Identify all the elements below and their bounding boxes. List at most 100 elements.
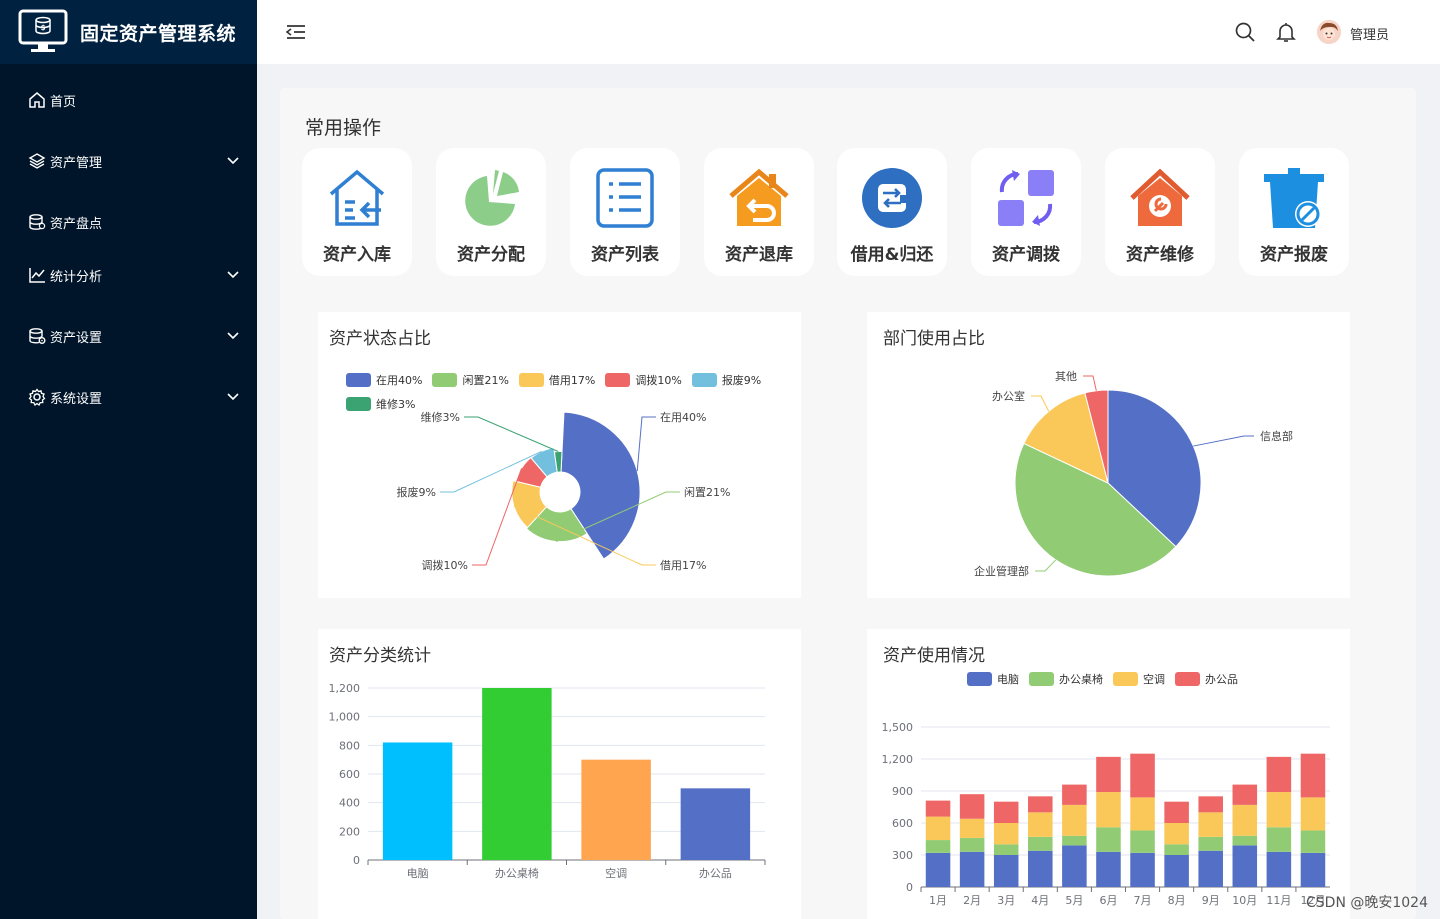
sidebar: $ 固定资产管理系统 首页资产管理资产盘点统计分析资产设置系统设置 bbox=[0, 0, 257, 919]
stacked-bar-segment bbox=[1130, 797, 1155, 831]
stacked-bar-segment bbox=[1198, 836, 1223, 851]
op-card-label: 资产维修 bbox=[1126, 245, 1194, 265]
transfer-icon bbox=[998, 170, 1054, 226]
chevron-down-icon bbox=[227, 271, 239, 279]
label-line bbox=[1083, 375, 1097, 391]
house-repair-icon bbox=[1130, 168, 1190, 226]
gear-icon bbox=[28, 388, 46, 406]
sidebar-item-label: 资产管理 bbox=[50, 155, 103, 171]
op-card[interactable]: 资产入库 bbox=[302, 148, 412, 276]
monitor-logo-icon: $ bbox=[18, 9, 68, 52]
stacked-bar-segment bbox=[1198, 796, 1223, 813]
list-icon bbox=[596, 168, 654, 228]
bar bbox=[581, 759, 651, 860]
sidebar-item[interactable]: 统计分析 bbox=[0, 255, 257, 295]
stacked-bar-segment bbox=[1198, 812, 1223, 837]
op-card[interactable]: 借用&归还 bbox=[837, 148, 947, 276]
stacked-bar-segment bbox=[1164, 823, 1189, 845]
op-card[interactable]: 资产分配 bbox=[436, 148, 546, 276]
stacked-bar-segment bbox=[959, 837, 985, 852]
y-tick-label: 900 bbox=[892, 785, 913, 798]
asset-status-chart: 资产状态占比 在用40% 闲置21% 借用17% 调拨10% 报废9% 维修3% 在用40… bbox=[318, 312, 801, 598]
stacked-bar-segment bbox=[993, 855, 1019, 887]
stacked-bar-segment bbox=[1028, 812, 1053, 837]
bar bbox=[382, 742, 453, 860]
x-tick-label: 10月 bbox=[1232, 894, 1257, 907]
x-tick-label: 11月 bbox=[1266, 894, 1291, 907]
bell-icon[interactable] bbox=[1275, 21, 1297, 43]
svg-text:$: $ bbox=[41, 24, 46, 32]
stacked-bar-segment bbox=[1130, 830, 1155, 853]
asset-category-chart: 资产分类统计 0 200 400 600 800 1,000 1,200 电脑 办公桌椅 空调 办公… bbox=[318, 629, 801, 919]
y-tick-label: 1,500 bbox=[882, 721, 914, 734]
y-tick-label: 800 bbox=[339, 739, 360, 752]
bar-chart-svg: 0 200 400 600 800 1,000 1,200 电脑 办公桌椅 空调 办公品 bbox=[329, 682, 766, 880]
label-line bbox=[636, 416, 656, 472]
app-title: 固定资产管理系统 bbox=[80, 22, 237, 45]
op-card-label: 资产退库 bbox=[725, 245, 793, 265]
y-tick-label: 200 bbox=[339, 825, 360, 838]
slice-label: 信息部 bbox=[1260, 429, 1293, 443]
home-icon bbox=[29, 92, 45, 108]
x-tick-label: 6月 bbox=[1099, 894, 1117, 907]
trash-icon bbox=[1264, 168, 1324, 228]
stacked-bar-segment bbox=[959, 851, 985, 887]
stacked-bar-segment bbox=[1028, 850, 1053, 887]
stacked-bar-segment bbox=[1062, 804, 1087, 836]
stacked-bar-segment bbox=[1164, 801, 1189, 823]
rose-pie-svg: 在用40% 闲置21% 借用17% 调拨10% 报废9% 维修3% bbox=[397, 410, 731, 572]
sidebar-item[interactable]: 资产设置 bbox=[0, 316, 257, 356]
stacked-bar-segment bbox=[1062, 845, 1087, 887]
op-card[interactable]: 资产报废 bbox=[1239, 148, 1349, 276]
op-card[interactable]: 资产列表 bbox=[570, 148, 680, 276]
y-tick-label: 600 bbox=[339, 768, 360, 781]
stacked-bar-segment bbox=[1266, 792, 1292, 828]
slice-label: 闲置21% bbox=[684, 485, 730, 499]
op-card-label: 借用&归还 bbox=[850, 245, 934, 265]
stacked-bar-segment bbox=[1130, 753, 1155, 798]
y-tick-label: 0 bbox=[353, 854, 360, 867]
stacked-bar-segment bbox=[1164, 855, 1189, 887]
slice-label: 维修3% bbox=[421, 410, 460, 424]
x-tick-label: 办公桌椅 bbox=[495, 866, 539, 880]
avatar-face-icon bbox=[1317, 20, 1341, 44]
y-tick-label: 0 bbox=[906, 881, 913, 894]
stacked-bar-segment bbox=[1232, 804, 1258, 836]
stacked-bar-segment bbox=[959, 818, 985, 838]
pie-icon bbox=[465, 170, 519, 226]
search-icon[interactable] bbox=[1234, 21, 1256, 43]
stacked-bar-segment bbox=[993, 801, 1019, 823]
user-name[interactable]: 管理员 bbox=[1350, 24, 1389, 43]
sidebar-item-label: 系统设置 bbox=[50, 391, 103, 407]
house-return-icon bbox=[729, 168, 789, 226]
stacked-bar-segment bbox=[1232, 845, 1258, 887]
stacked-bar-segment bbox=[1028, 836, 1053, 851]
op-card[interactable]: 资产维修 bbox=[1105, 148, 1215, 276]
sidebar-item[interactable]: 资产盘点 bbox=[0, 202, 257, 242]
watermark: CSDN @晚安1024 bbox=[1306, 895, 1428, 911]
stacked-bar-segment bbox=[1300, 830, 1326, 853]
menu-fold-icon[interactable] bbox=[285, 22, 307, 42]
stacked-bar-segment bbox=[1232, 835, 1258, 846]
y-tick-label: 400 bbox=[339, 797, 360, 810]
stacked-bar-segment bbox=[1130, 852, 1155, 887]
slice-label: 其他 bbox=[1055, 370, 1077, 383]
house-in-icon bbox=[329, 169, 385, 226]
sidebar-item[interactable]: 首页 bbox=[0, 80, 257, 120]
label-line bbox=[1035, 559, 1057, 572]
op-card[interactable]: 资产调拨 bbox=[971, 148, 1081, 276]
scrollbar-track[interactable] bbox=[1440, 0, 1452, 919]
sidebar-item[interactable]: 资产管理 bbox=[0, 141, 257, 181]
chevron-down-icon bbox=[227, 393, 239, 401]
bar bbox=[482, 688, 552, 860]
sidebar-item[interactable]: 系统设置 bbox=[0, 377, 257, 417]
avatar[interactable] bbox=[1317, 20, 1341, 44]
op-card[interactable]: 资产退库 bbox=[704, 148, 814, 276]
pie-svg: 信息部企业管理部 办公室 其他 bbox=[974, 370, 1293, 578]
label-line bbox=[1193, 435, 1254, 447]
stacked-bar-segment bbox=[1062, 835, 1087, 846]
label-line bbox=[464, 416, 559, 452]
x-tick-label: 8月 bbox=[1168, 894, 1186, 907]
x-tick-label: 4月 bbox=[1031, 894, 1049, 907]
stacked-bar-segment bbox=[925, 816, 951, 841]
